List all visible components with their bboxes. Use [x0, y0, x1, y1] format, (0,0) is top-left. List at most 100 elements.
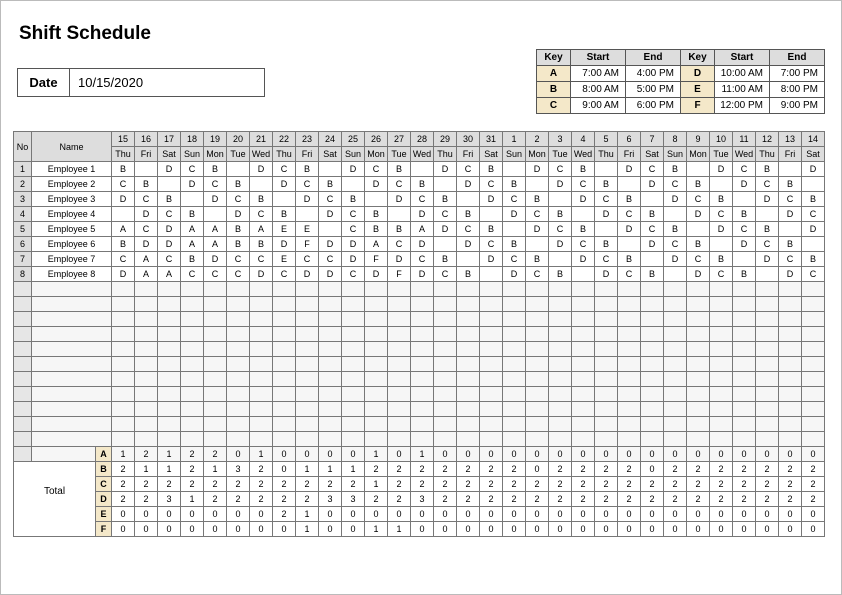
shift-cell[interactable]	[388, 402, 411, 417]
shift-cell[interactable]	[158, 402, 181, 417]
shift-cell[interactable]	[457, 312, 480, 327]
shift-cell[interactable]: B	[779, 237, 802, 252]
shift-cell[interactable]: D	[158, 237, 181, 252]
shift-cell[interactable]	[480, 387, 503, 402]
shift-cell[interactable]	[135, 342, 158, 357]
shift-cell[interactable]: B	[480, 222, 503, 237]
shift-cell[interactable]: B	[526, 192, 549, 207]
shift-cell[interactable]	[273, 312, 296, 327]
shift-cell[interactable]	[802, 417, 825, 432]
shift-cell[interactable]	[802, 297, 825, 312]
shift-cell[interactable]	[181, 342, 204, 357]
shift-cell[interactable]: C	[710, 267, 733, 282]
shift-cell[interactable]	[388, 432, 411, 447]
shift-cell[interactable]	[549, 342, 572, 357]
shift-cell[interactable]	[296, 372, 319, 387]
shift-cell[interactable]: D	[618, 162, 641, 177]
shift-cell[interactable]: F	[296, 237, 319, 252]
shift-cell[interactable]	[365, 282, 388, 297]
shift-cell[interactable]	[526, 177, 549, 192]
shift-cell[interactable]	[227, 372, 250, 387]
shift-cell[interactable]	[135, 387, 158, 402]
shift-cell[interactable]: D	[365, 267, 388, 282]
shift-cell[interactable]: B	[273, 207, 296, 222]
shift-cell[interactable]: B	[687, 177, 710, 192]
shift-cell[interactable]: C	[158, 207, 181, 222]
shift-cell[interactable]	[595, 417, 618, 432]
shift-cell[interactable]	[733, 432, 756, 447]
shift-cell[interactable]: C	[733, 162, 756, 177]
shift-cell[interactable]	[388, 387, 411, 402]
shift-cell[interactable]	[342, 387, 365, 402]
shift-cell[interactable]	[756, 282, 779, 297]
shift-cell[interactable]	[549, 297, 572, 312]
shift-cell[interactable]	[526, 357, 549, 372]
shift-cell[interactable]: D	[779, 267, 802, 282]
shift-cell[interactable]: B	[687, 237, 710, 252]
shift-cell[interactable]	[135, 372, 158, 387]
shift-cell[interactable]	[756, 417, 779, 432]
shift-cell[interactable]	[756, 372, 779, 387]
shift-cell[interactable]	[480, 402, 503, 417]
shift-cell[interactable]: D	[434, 222, 457, 237]
shift-cell[interactable]	[342, 342, 365, 357]
shift-cell[interactable]	[779, 297, 802, 312]
shift-cell[interactable]: B	[411, 177, 434, 192]
shift-cell[interactable]	[457, 282, 480, 297]
shift-cell[interactable]	[273, 297, 296, 312]
shift-cell[interactable]	[664, 432, 687, 447]
shift-cell[interactable]: B	[227, 177, 250, 192]
shift-cell[interactable]: B	[664, 222, 687, 237]
shift-cell[interactable]	[710, 432, 733, 447]
shift-cell[interactable]: E	[273, 252, 296, 267]
shift-cell[interactable]: D	[365, 177, 388, 192]
shift-cell[interactable]: C	[572, 237, 595, 252]
shift-cell[interactable]: B	[710, 252, 733, 267]
shift-cell[interactable]: D	[549, 177, 572, 192]
shift-cell[interactable]	[526, 387, 549, 402]
shift-cell[interactable]	[595, 297, 618, 312]
shift-cell[interactable]	[296, 357, 319, 372]
shift-cell[interactable]	[112, 372, 135, 387]
shift-cell[interactable]	[503, 282, 526, 297]
shift-cell[interactable]: C	[687, 192, 710, 207]
shift-cell[interactable]	[342, 417, 365, 432]
shift-cell[interactable]	[319, 327, 342, 342]
shift-cell[interactable]: A	[250, 222, 273, 237]
shift-cell[interactable]	[319, 357, 342, 372]
shift-cell[interactable]: A	[158, 267, 181, 282]
shift-cell[interactable]	[687, 297, 710, 312]
shift-cell[interactable]	[296, 327, 319, 342]
shift-cell[interactable]	[595, 222, 618, 237]
shift-cell[interactable]	[802, 312, 825, 327]
shift-cell[interactable]	[618, 297, 641, 312]
shift-cell[interactable]	[664, 327, 687, 342]
shift-cell[interactable]: B	[503, 237, 526, 252]
shift-cell[interactable]	[618, 177, 641, 192]
shift-cell[interactable]	[342, 297, 365, 312]
shift-cell[interactable]	[480, 372, 503, 387]
shift-cell[interactable]	[365, 342, 388, 357]
shift-cell[interactable]	[756, 402, 779, 417]
shift-cell[interactable]	[572, 312, 595, 327]
shift-cell[interactable]: B	[779, 177, 802, 192]
shift-cell[interactable]: B	[526, 252, 549, 267]
shift-cell[interactable]: C	[273, 267, 296, 282]
shift-cell[interactable]	[411, 312, 434, 327]
shift-cell[interactable]	[250, 417, 273, 432]
shift-cell[interactable]	[434, 312, 457, 327]
shift-cell[interactable]: D	[411, 237, 434, 252]
shift-cell[interactable]	[273, 372, 296, 387]
shift-cell[interactable]	[135, 417, 158, 432]
shift-cell[interactable]: D	[802, 162, 825, 177]
shift-cell[interactable]	[135, 297, 158, 312]
shift-cell[interactable]	[733, 402, 756, 417]
shift-cell[interactable]: B	[595, 177, 618, 192]
shift-cell[interactable]: C	[595, 192, 618, 207]
shift-cell[interactable]: C	[687, 252, 710, 267]
date-value[interactable]: 10/15/2020	[70, 69, 264, 96]
shift-cell[interactable]: D	[319, 207, 342, 222]
shift-cell[interactable]: D	[227, 207, 250, 222]
shift-cell[interactable]	[319, 372, 342, 387]
shift-cell[interactable]	[549, 357, 572, 372]
